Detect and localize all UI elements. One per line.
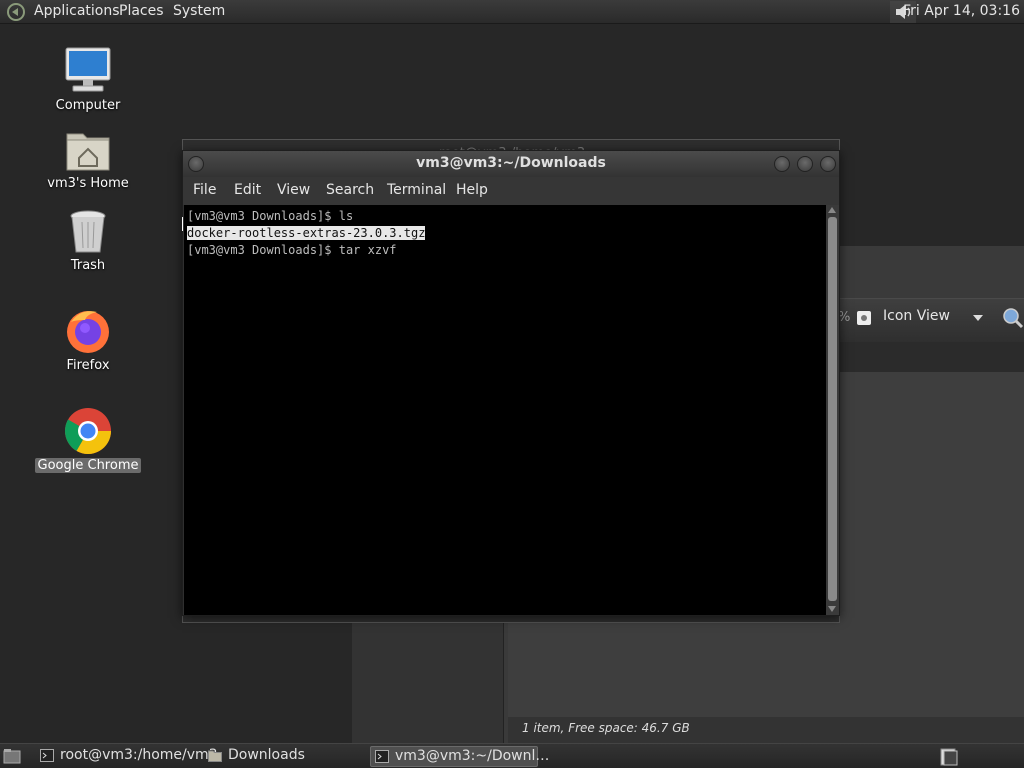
menu-terminal[interactable]: Terminal (387, 182, 446, 198)
scroll-down-icon[interactable] (828, 606, 836, 612)
menu-file[interactable]: File (193, 182, 216, 198)
chevron-down-icon[interactable] (973, 315, 983, 321)
view-mode-icon (857, 311, 871, 325)
terminal-line-wrapper: docker-rootless-extras-23.0.3.tgz (187, 225, 826, 242)
terminal-line: [vm3@vm3 Downloads]$ tar xzvf (187, 243, 397, 257)
firefox-icon (67, 311, 109, 353)
search-icon[interactable] (1002, 307, 1024, 329)
system-menu[interactable]: System (173, 3, 225, 19)
taskbar-item-root-terminal[interactable]: root@vm3:/home/vm3 (36, 746, 224, 767)
trash-icon (70, 210, 106, 253)
computer-icon (65, 47, 111, 92)
desktop-icon-home[interactable]: vm3's Home (33, 128, 143, 191)
desktop-icon-label: vm3's Home (47, 176, 129, 191)
scrollbar[interactable] (826, 205, 839, 615)
menu-view[interactable]: View (277, 182, 310, 198)
status-bar: 1 item, Free space: 46.7 GB (508, 717, 1024, 743)
menu-search[interactable]: Search (326, 182, 374, 198)
view-mode-select[interactable]: Icon View (883, 308, 950, 324)
show-desktop-icon[interactable] (3, 748, 21, 764)
close-button[interactable] (820, 156, 836, 172)
menu-edit[interactable]: Edit (234, 182, 261, 198)
menu-help[interactable]: Help (456, 182, 488, 198)
desktop-icon-trash[interactable]: Trash (33, 208, 143, 273)
home-folder-icon (66, 133, 110, 171)
selected-text[interactable]: docker-rootless-extras-23.0.3.tgz (187, 226, 426, 240)
taskbar-item-downloads[interactable]: Downloads (204, 746, 311, 767)
terminal-icon (40, 749, 54, 762)
terminal-icon (375, 750, 389, 763)
desktop-icon-label: Firefox (66, 358, 110, 373)
taskbar-item-label: root@vm3:/home/vm3 (60, 747, 218, 763)
desktop-icon-label: Trash (70, 258, 106, 273)
text-cursor-icon (182, 217, 188, 231)
desktop-icon-label: Computer (55, 98, 121, 113)
folder-icon (208, 750, 222, 762)
scrollbar-thumb[interactable] (828, 217, 837, 601)
window-title: vm3@vm3:~/Downloads (416, 155, 606, 171)
menu-bar: File Edit View Search Terminal Help (183, 177, 839, 205)
terminal-output[interactable]: [vm3@vm3 Downloads]$ ls docker-rootless-… (184, 205, 826, 615)
terminal-line: [vm3@vm3 Downloads]$ ls (187, 209, 354, 223)
title-bar[interactable]: vm3@vm3:~/Downloads (183, 151, 839, 177)
taskbar-item-label: Downloads (228, 747, 305, 763)
clock[interactable]: Fri Apr 14, 03:16 (903, 3, 1020, 19)
desktop-icon-label: Google Chrome (34, 458, 142, 473)
desktop-icon-chrome[interactable]: Google Chrome (33, 406, 143, 473)
desktop-icon-computer[interactable]: Computer (33, 46, 143, 113)
distro-logo-icon[interactable] (6, 2, 26, 22)
taskbar-item-downloads-terminal[interactable]: vm3@vm3:~/Downl… (370, 746, 549, 767)
applications-menu[interactable]: Applications (34, 3, 120, 19)
bottom-panel: root@vm3:/home/vm3 Downloads vm3@vm3:~/D… (0, 743, 1024, 768)
top-panel: Applications Places System Fri Apr 14, 0… (0, 0, 1024, 24)
desktop-icon-firefox[interactable]: Firefox (33, 306, 143, 373)
workspace-switcher-icon[interactable] (940, 748, 958, 766)
places-menu[interactable]: Places (119, 3, 164, 19)
minimize-button[interactable] (774, 156, 790, 172)
terminal-window[interactable]: vm3@vm3:~/Downloads File Edit View Searc… (182, 150, 840, 616)
chrome-icon (64, 408, 111, 454)
scroll-up-icon[interactable] (828, 207, 836, 213)
maximize-button[interactable] (797, 156, 813, 172)
taskbar-item-label: vm3@vm3:~/Downl… (395, 748, 550, 764)
